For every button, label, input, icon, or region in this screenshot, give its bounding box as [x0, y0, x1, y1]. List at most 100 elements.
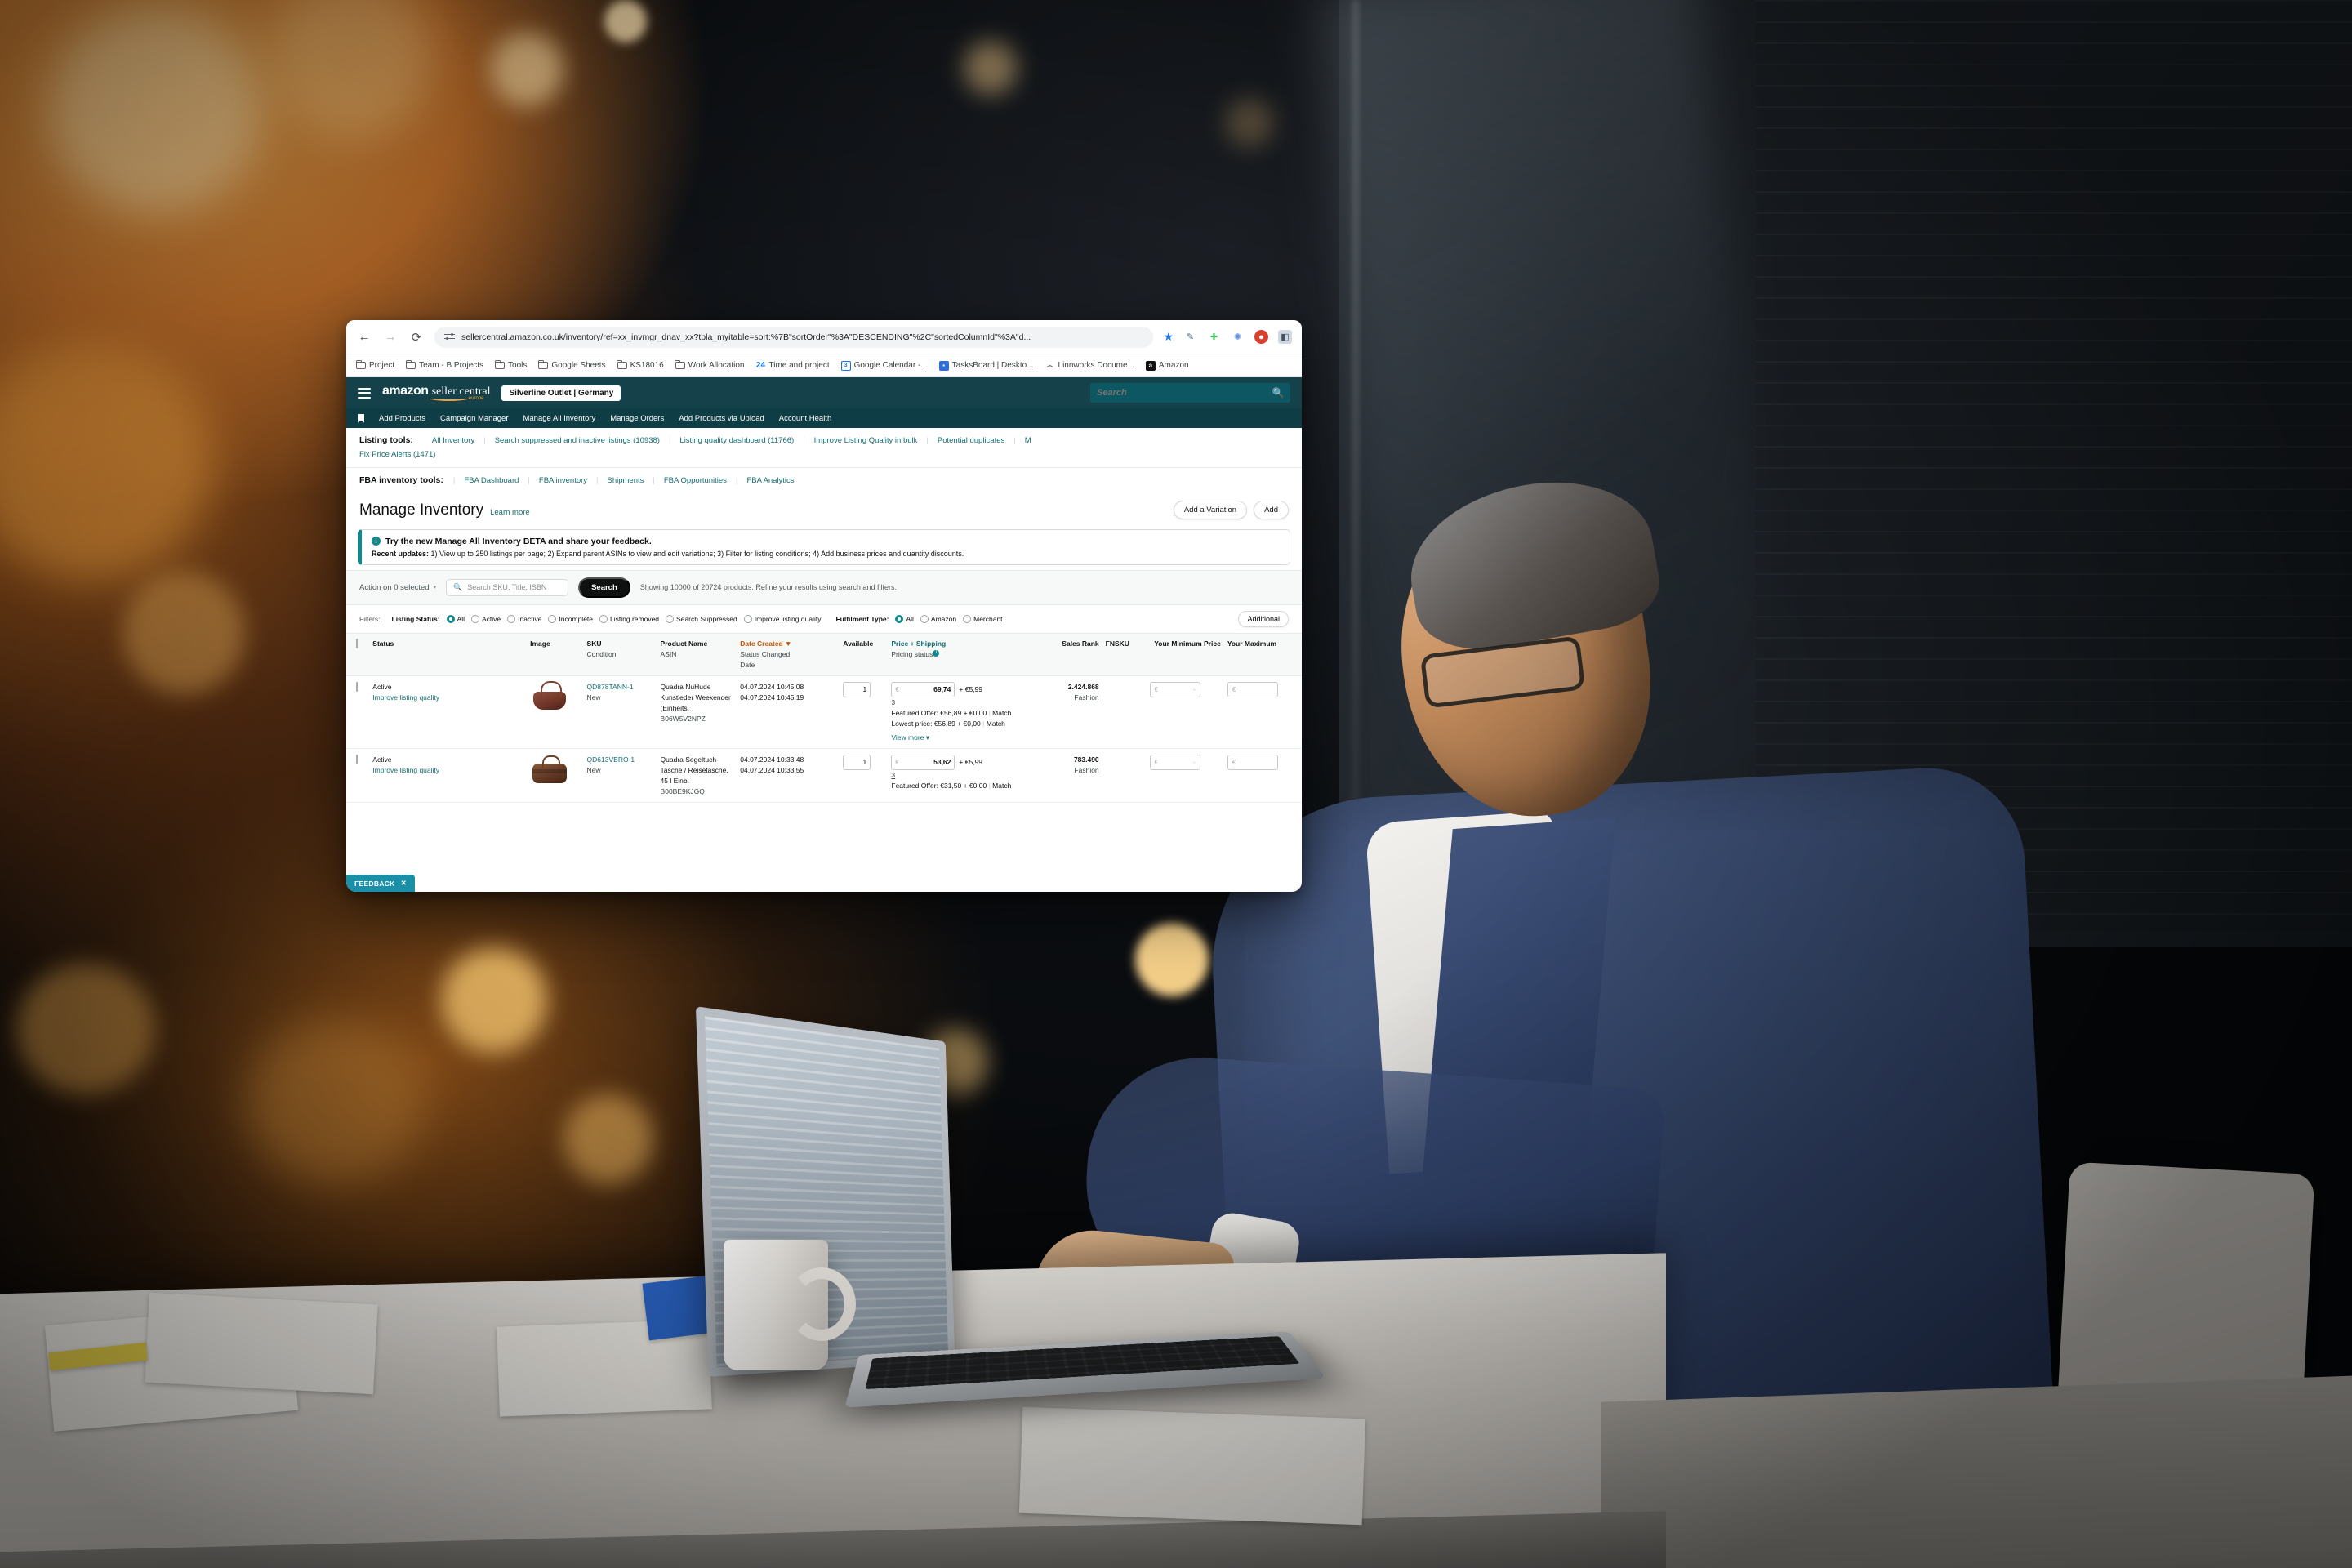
col-status[interactable]: Status	[369, 632, 528, 677]
nav-item-add-products-via-upload[interactable]: Add Products via Upload	[679, 414, 764, 423]
select-all-checkbox[interactable]	[356, 638, 358, 648]
extension-pokeball-icon[interactable]: ●	[1254, 330, 1268, 344]
col-date-created[interactable]: Date Created ▼ Status Changed Date	[737, 632, 840, 677]
col-sku[interactable]: SKU Condition	[583, 632, 657, 677]
feedback-tab[interactable]: FEEDBACK ✕	[346, 875, 416, 892]
fba-link-inventory[interactable]: FBA inventory	[539, 474, 587, 488]
filter-listing-status-all[interactable]: All	[446, 614, 465, 623]
filter-listing-status-active[interactable]: Active	[470, 614, 501, 623]
nav-item-account-health[interactable]: Account Health	[779, 414, 831, 423]
add-a-variation-button[interactable]: Add a Variation	[1173, 500, 1248, 519]
hamburger-menu-icon[interactable]	[358, 387, 371, 399]
bookmark-item[interactable]: ෴ Linnworks Docume...	[1045, 361, 1134, 371]
row-sku[interactable]: QD613VBRO-1	[587, 755, 654, 765]
nav-item-manage-orders[interactable]: Manage Orders	[610, 414, 664, 423]
bookmark-item[interactable]: Tools	[494, 359, 527, 370]
filter-fulfilment-merchant[interactable]: Merchant	[963, 614, 1003, 623]
filter-listing-status-suppressed[interactable]: Search Suppressed	[666, 614, 737, 623]
quantity-input[interactable]: 1	[843, 682, 871, 698]
col-fnsku[interactable]: FNSKU	[1102, 632, 1147, 677]
extension-icon[interactable]: ✎	[1183, 330, 1197, 344]
col-your-maximum-price[interactable]: Your Maximum	[1223, 632, 1302, 677]
price-input[interactable]: € 53,62	[891, 755, 956, 771]
site-settings-icon[interactable]	[444, 332, 455, 342]
maximum-price-input[interactable]: €	[1227, 755, 1278, 771]
action-on-selected-dropdown[interactable]: Action on 0 selected ▾	[359, 583, 436, 592]
extension-add-icon[interactable]: ✚	[1207, 330, 1221, 344]
extension-gear-icon[interactable]: ✺	[1231, 330, 1245, 344]
row-product-name[interactable]: Quadra Segeltuch-Tasche / Reisetasche, 4…	[661, 755, 734, 786]
bookmark-item[interactable]: 24 Time and project	[755, 361, 830, 371]
col-price-shipping[interactable]: Price + Shipping Pricing status i	[888, 632, 1044, 677]
row-checkbox[interactable]	[356, 755, 358, 765]
filter-fulfilment-amazon[interactable]: Amazon	[920, 614, 956, 623]
nav-item-manage-all-inventory[interactable]: Manage All Inventory	[523, 414, 595, 423]
bookmark-item[interactable]: Work Allocation	[675, 359, 744, 370]
close-icon[interactable]: ✕	[401, 879, 407, 888]
fba-link-opportunities[interactable]: FBA Opportunities	[664, 474, 727, 488]
profile-avatar-icon[interactable]: ◧	[1278, 330, 1292, 344]
forward-icon[interactable]: →	[382, 329, 399, 345]
nav-item-campaign-manager[interactable]: Campaign Manager	[440, 414, 508, 423]
minimum-price-input[interactable]: € -	[1149, 755, 1200, 771]
minimum-price-input[interactable]: € -	[1149, 682, 1200, 698]
product-thumbnail[interactable]	[530, 681, 568, 715]
featured-offer-match-link[interactable]: Match	[992, 782, 1011, 790]
store-selector[interactable]: Silverline Outlet | Germany	[501, 385, 621, 401]
bookmark-item[interactable]: ▪ TasksBoard | Deskto...	[938, 360, 1034, 371]
fba-link-dashboard[interactable]: FBA Dashboard	[464, 474, 519, 488]
inventory-search-input[interactable]: 🔍 Search SKU, Title, ISBN	[446, 578, 569, 596]
bookmark-item[interactable]: a Amazon	[1145, 360, 1189, 371]
lowest-price-match-link[interactable]: Match	[987, 719, 1005, 728]
row-improve-quality-link[interactable]: Improve listing quality	[372, 693, 523, 703]
bookmark-star-icon[interactable]: ★	[1163, 330, 1174, 344]
listing-tools-link-search-suppressed[interactable]: Search suppressed and inactive listings …	[495, 434, 660, 448]
learn-more-link[interactable]: Learn more	[490, 508, 530, 517]
listing-tools-link-improve-bulk[interactable]: Improve Listing Quality in bulk	[814, 434, 918, 448]
filter-listing-status-inactive[interactable]: Inactive	[507, 614, 541, 623]
amazon-seller-central-logo[interactable]: amazon seller central europe	[382, 385, 490, 401]
table-row[interactable]: Active Improve listing quality QD613VBRO…	[346, 748, 1302, 804]
bookmark-item[interactable]: KS18016	[617, 359, 664, 370]
featured-offer-match-link[interactable]: Match	[992, 709, 1011, 717]
table-row[interactable]: Active Improve listing quality QD878TANN…	[346, 675, 1302, 750]
filter-listing-status-improve-quality[interactable]: Improve listing quality	[743, 614, 821, 623]
view-more-link[interactable]: View more ▾	[891, 733, 929, 743]
filter-listing-status-removed[interactable]: Listing removed	[599, 614, 659, 623]
address-bar[interactable]: sellercentral.amazon.co.uk/inventory/ref…	[434, 326, 1154, 348]
listing-tools-link-more[interactable]: M	[1025, 434, 1031, 448]
listing-tools-link-all-inventory[interactable]: All Inventory	[432, 434, 474, 448]
nav-item-add-products[interactable]: Add Products	[379, 414, 425, 423]
fba-link-shipments[interactable]: Shipments	[608, 474, 644, 488]
back-icon[interactable]: ←	[356, 329, 372, 345]
col-product-name[interactable]: Product Name ASIN	[657, 632, 737, 677]
bookmark-flag-icon[interactable]	[358, 413, 364, 423]
col-sales-rank[interactable]: Sales Rank	[1043, 632, 1102, 677]
row-sku[interactable]: QD878TANN-1	[587, 682, 654, 693]
listing-tools-link-fix-price-alerts[interactable]: Fix Price Alerts (1471)	[359, 448, 435, 461]
bookmark-item[interactable]: 3 Google Calendar -...	[840, 360, 928, 371]
filter-listing-status-incomplete[interactable]: Incomplete	[548, 614, 593, 623]
listing-tools-link-quality-dashboard[interactable]: Listing quality dashboard (11766)	[679, 434, 794, 448]
row-checkbox[interactable]	[356, 682, 358, 693]
search-icon[interactable]: 🔍	[1266, 383, 1290, 403]
global-search-input[interactable]	[1090, 383, 1266, 403]
price-input[interactable]: € 69,74	[891, 682, 956, 698]
bookmark-item[interactable]: Google Sheets	[538, 359, 606, 370]
maximum-price-input[interactable]: €	[1227, 682, 1278, 698]
fba-link-analytics[interactable]: FBA Analytics	[746, 474, 794, 488]
bookmark-item[interactable]: Team - B Projects	[405, 359, 483, 370]
listing-tools-link-potential-duplicates[interactable]: Potential duplicates	[938, 434, 1004, 448]
add-button[interactable]: Add	[1254, 500, 1289, 519]
row-product-name[interactable]: Quadra NuHude Kunstleder Weekender (Einh…	[661, 682, 734, 713]
col-your-minimum-price[interactable]: Your Minimum Price	[1146, 632, 1224, 677]
quantity-input[interactable]: 1	[843, 755, 871, 771]
row-improve-quality-link[interactable]: Improve listing quality	[372, 765, 523, 776]
product-thumbnail[interactable]	[530, 755, 568, 787]
filter-fulfilment-all[interactable]: All	[895, 614, 914, 623]
reload-icon[interactable]: ⟳	[408, 329, 425, 345]
search-button[interactable]: Search	[578, 577, 630, 598]
info-icon[interactable]: i	[933, 649, 940, 657]
bookmark-item[interactable]: Project	[355, 359, 394, 370]
additional-filters-button[interactable]: Additional	[1238, 610, 1289, 627]
